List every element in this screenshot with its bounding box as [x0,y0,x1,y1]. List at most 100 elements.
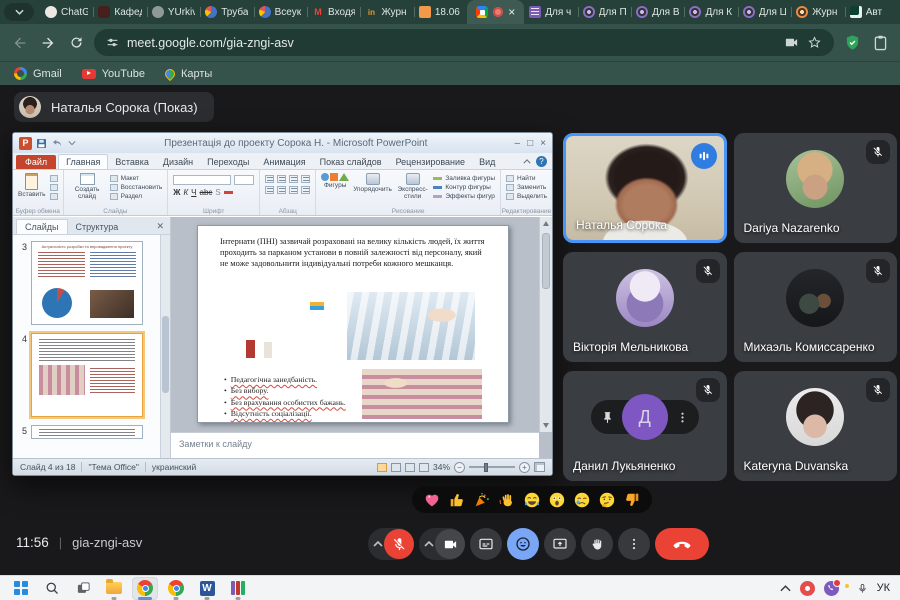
forward-button[interactable] [38,33,58,53]
leave-call-button[interactable] [655,528,709,560]
reaction-crying-face-icon[interactable] [573,491,591,509]
ribbon-tab-home[interactable]: Главная [58,154,108,169]
ribbon-tab-design[interactable]: Дизайн [156,155,200,169]
redo-icon[interactable] [66,138,77,149]
microphone-tray-icon[interactable] [857,582,868,595]
quick-styles-button[interactable]: Экспресс-стили [396,173,429,206]
indent-icon[interactable] [289,175,298,183]
bookmark-youtube[interactable]: YouTube [82,68,145,80]
participant-tile[interactable]: Dariya Nazarenko [734,133,898,243]
taskbar-search-button[interactable] [39,577,65,600]
layout-button[interactable]: Макет [110,175,163,182]
site-info-icon[interactable] [106,36,119,49]
language-switcher[interactable]: УК [877,582,890,594]
participant-tile[interactable]: Д Данил Лукьяненко [563,371,727,481]
reaction-sparkling-heart-icon[interactable] [423,491,441,509]
pin-icon[interactable] [601,411,614,424]
participant-tile[interactable]: Вікторія Мельникова [563,252,727,362]
participant-tile[interactable]: Kateryna Duvanska [734,371,898,481]
slideshow-view-button[interactable] [419,463,429,472]
notes-pane[interactable]: Заметки к слайду [171,432,539,460]
task-view-button[interactable] [70,577,96,600]
recorder-tray-icon[interactable] [800,581,815,596]
more-options-icon[interactable] [676,411,689,424]
italic-button[interactable]: К [183,188,188,197]
browser-tab[interactable]: Для К [684,0,737,24]
ribbon-tab-review[interactable]: Рецензирование [389,155,473,169]
reset-button[interactable]: Восстановить [110,184,163,191]
reaction-astonished-face-icon[interactable] [548,491,566,509]
adblock-extension-icon[interactable] [842,33,862,53]
minimize-ribbon-icon[interactable] [523,159,531,164]
reaction-clapping-hands-icon[interactable] [498,491,516,509]
chrome-taskbar-button-2[interactable] [163,577,189,600]
slide-canvas[interactable]: Інтернати (ПНІ) зазвичай розраховані на … [197,225,509,423]
browser-tab[interactable]: Для П [578,0,631,24]
bookmark-star-icon[interactable] [807,35,822,50]
zoom-in-button[interactable]: + [519,462,530,473]
browser-tab[interactable]: Кафед [93,0,146,24]
slide-thumbnail-5[interactable] [31,425,143,439]
help-icon[interactable]: ? [536,156,547,167]
powerpoint-titlebar[interactable]: P Презентація до проекту Сорока Н. - Mic… [13,133,552,153]
browser-tab[interactable]: Труба [200,0,253,24]
reaction-party-popper-icon[interactable] [473,491,491,509]
reaction-face-with-tears-of-joy-icon[interactable] [523,491,541,509]
editor-scrollbar[interactable] [539,217,552,432]
browser-tab-active-meet[interactable]: × [467,0,524,24]
browser-tab[interactable]: YUrkiv [147,0,200,24]
panel-tab-outline[interactable]: Структура [68,220,127,234]
word-taskbar-button[interactable]: W [194,577,220,600]
reading-view-button[interactable] [405,463,415,472]
tray-expand-chevron-icon[interactable] [780,585,791,592]
reload-button[interactable] [66,33,86,53]
start-button[interactable] [8,577,34,600]
bookmark-maps[interactable]: Карты [165,68,212,80]
language-indicator[interactable]: украинский [152,462,196,472]
reactions-button-active[interactable] [507,528,539,560]
bullets-icon[interactable] [265,175,274,183]
format-painter-icon[interactable] [50,193,58,200]
find-button[interactable]: Найти [506,175,547,182]
browser-tab[interactable]: Журн [791,0,844,24]
close-button[interactable]: × [540,138,546,149]
zoom-out-button[interactable]: − [454,462,465,473]
shadow-button[interactable]: S [215,188,220,197]
underline-button[interactable]: Ч [191,188,196,197]
reaction-thinking-face-icon[interactable] [598,491,616,509]
panel-close-icon[interactable]: ✕ [150,221,170,234]
font-name-select[interactable] [173,175,231,185]
ribbon-tab-transitions[interactable]: Переходы [200,155,256,169]
ribbon-tab-file[interactable]: Файл [16,155,56,169]
replace-button[interactable]: Заменить [506,184,547,191]
shapes-button[interactable]: Фигуры [321,173,349,206]
camera-button[interactable] [435,529,465,559]
more-options-button[interactable] [618,528,650,560]
undo-icon[interactable] [51,138,62,149]
cut-icon[interactable] [50,175,58,182]
arrange-button[interactable]: Упорядочить [353,173,392,206]
browser-tab[interactable]: ChatG [40,0,93,24]
participant-tile[interactable]: Наталья Сорока [563,133,727,243]
browser-tab[interactable]: Всеук [254,0,307,24]
copy-icon[interactable] [50,184,58,191]
font-size-select[interactable] [234,175,254,185]
browser-tab[interactable]: Для В [631,0,684,24]
select-button[interactable]: Выделить [506,193,547,200]
section-button[interactable]: Раздел [110,193,163,200]
numbering-icon[interactable] [277,175,286,183]
bold-button[interactable]: Ж [173,188,180,197]
shape-outline-button[interactable]: Контур фигуры [433,184,495,191]
new-slide-button[interactable]: Создать слайд [69,173,106,206]
panel-scrollbar[interactable] [160,235,170,460]
minimize-button[interactable]: – [515,138,521,149]
ribbon-tab-slideshow[interactable]: Показ слайдов [313,155,389,169]
mic-options-chevron-icon[interactable] [373,541,383,547]
spacing-icon[interactable] [301,175,310,183]
ribbon-tab-animations[interactable]: Анимация [256,155,312,169]
align-center-icon[interactable] [277,186,286,194]
fit-to-window-button[interactable] [534,462,545,472]
browser-tab[interactable]: inЖурн [360,0,413,24]
camera-permission-icon[interactable] [784,35,799,50]
align-left-icon[interactable] [265,186,274,194]
